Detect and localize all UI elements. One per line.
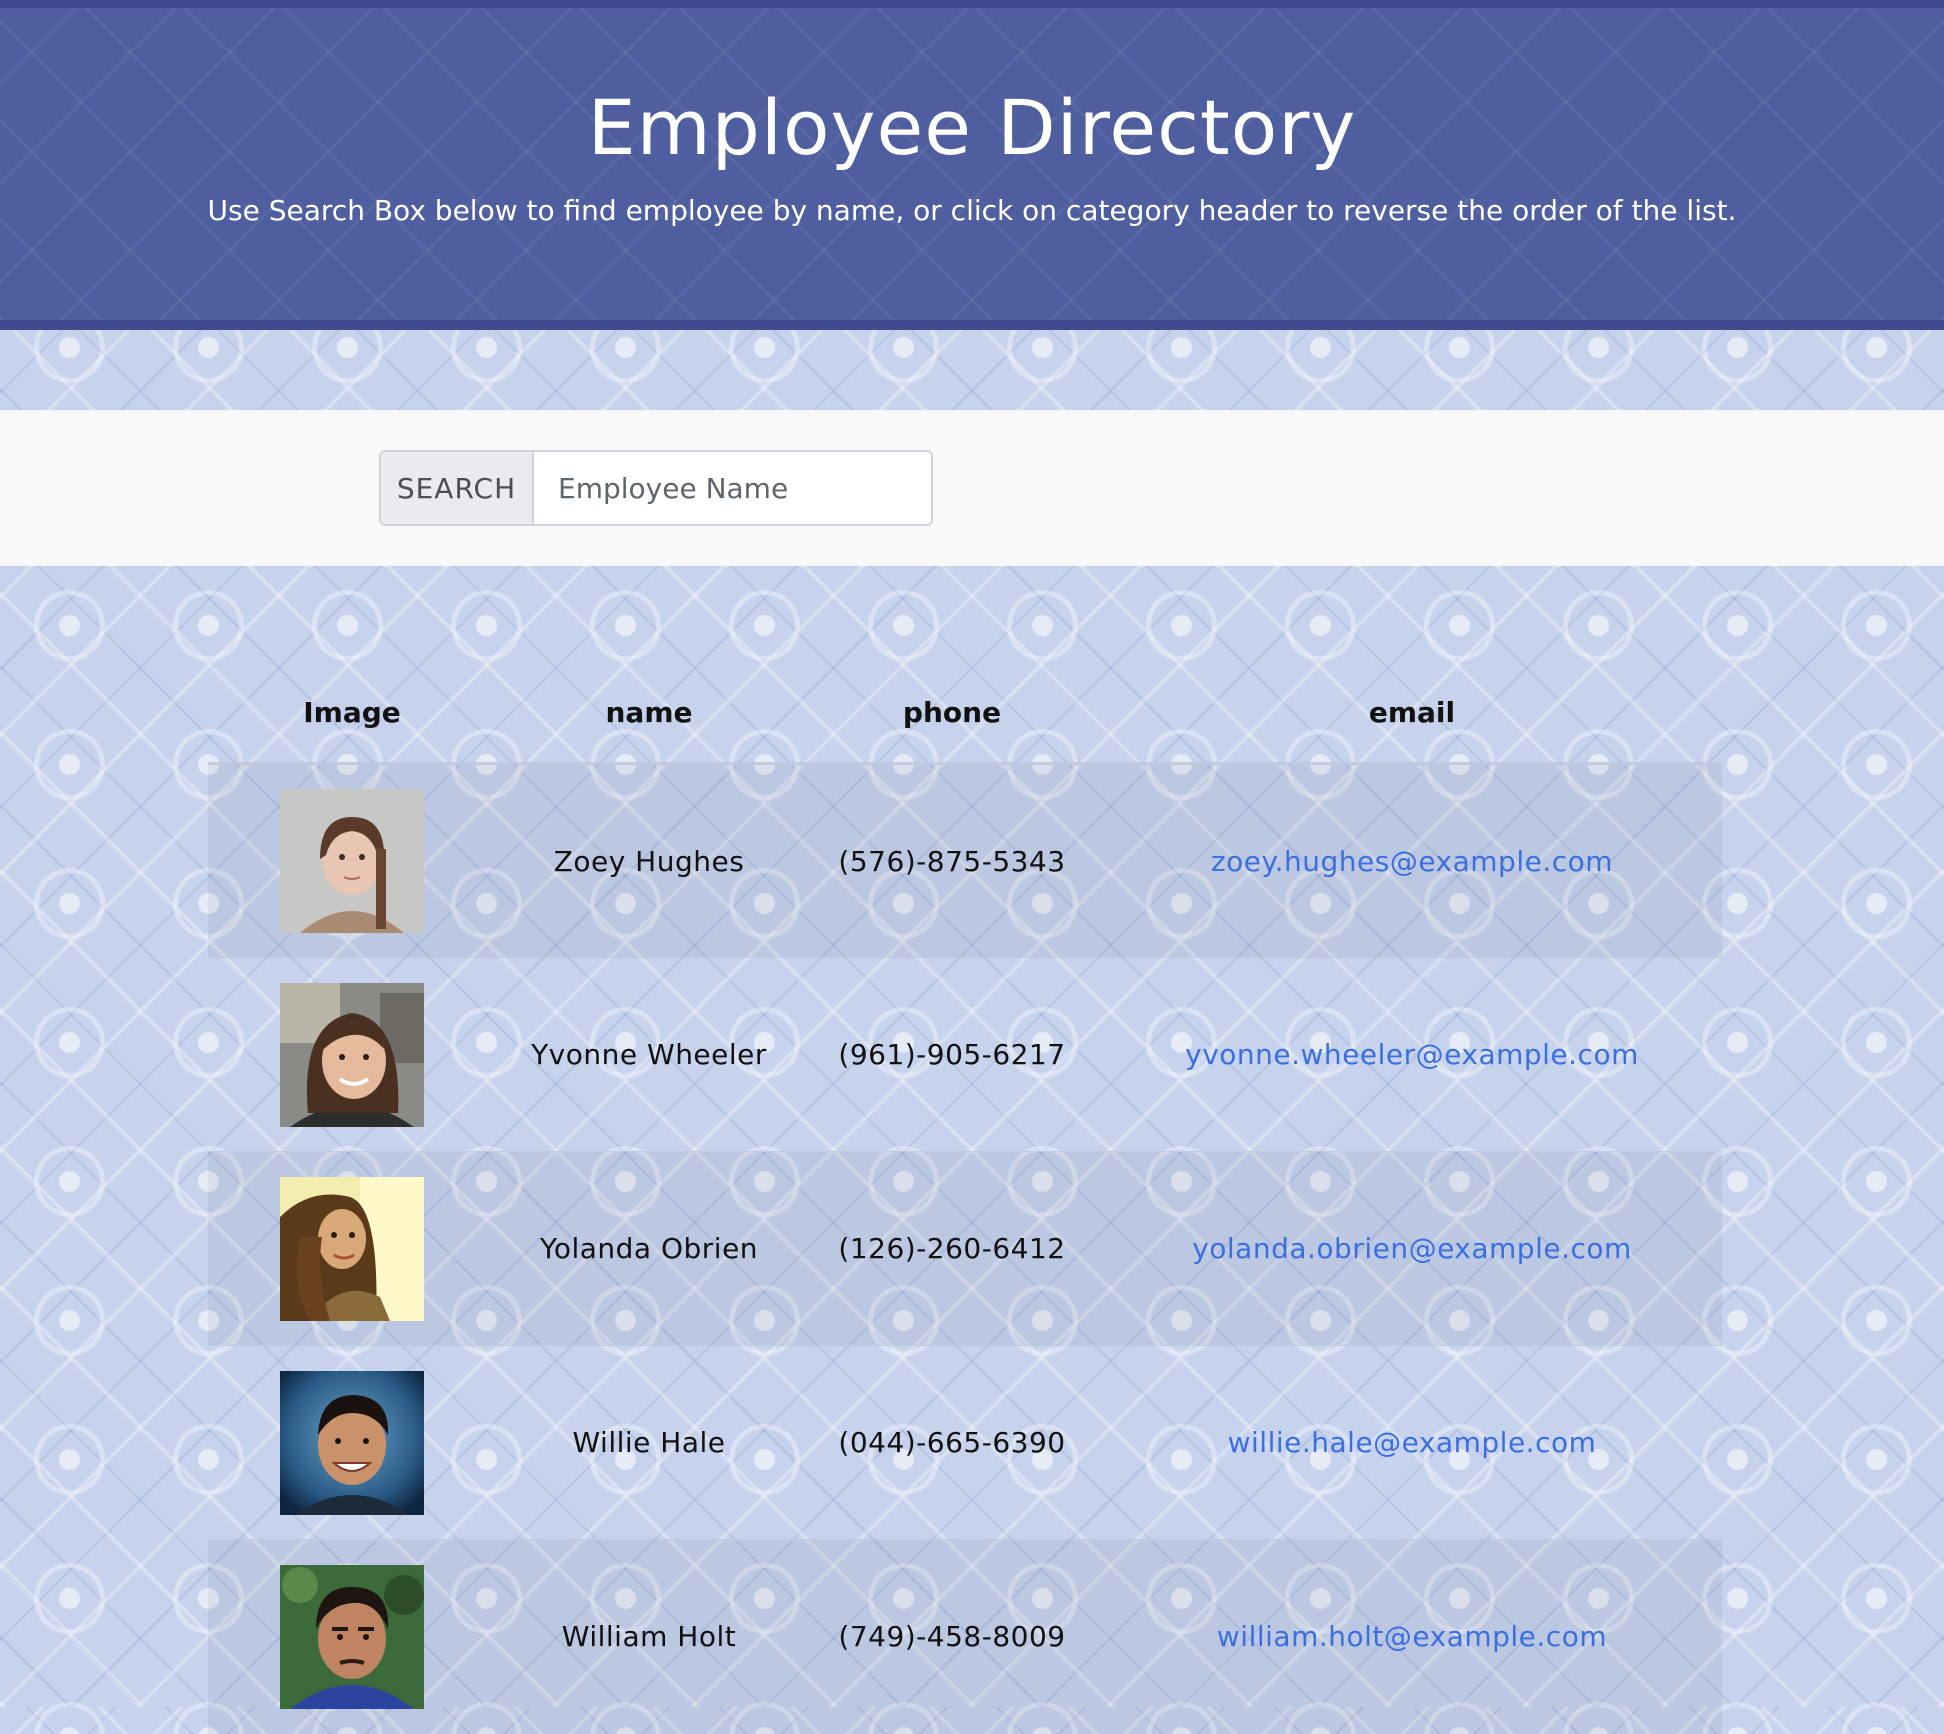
employee-photo xyxy=(280,789,424,933)
page-title: Employee Directory xyxy=(587,83,1357,172)
name-cell: Willie Hale xyxy=(572,1426,726,1459)
phone-cell: (576)-875-5343 xyxy=(838,844,1066,878)
employee-photo xyxy=(280,982,424,1127)
name-cell: Yvonne Wheeler xyxy=(531,1038,767,1071)
email-link[interactable]: yolanda.obrien@example.com xyxy=(1192,1232,1632,1265)
phone-cell: (126)-260-6412 xyxy=(838,1232,1066,1265)
phone-cell: (961)-905-6217 xyxy=(838,1038,1066,1071)
page-header: Employee Directory Use Search Box below … xyxy=(0,0,1944,330)
name-cell: Yolanda Obrien xyxy=(539,1232,759,1265)
table-row: Yolanda Obrien (126)-260-6412 yolanda.ob… xyxy=(208,1151,1722,1346)
table-row: Zoey Hughes (576)-875-5343 zoey.hughes@e… xyxy=(208,763,1722,958)
name-cell: William Holt xyxy=(561,1620,737,1654)
name-cell: Zoey Hughes xyxy=(553,844,745,878)
email-cell: zoey.hughes@example.com xyxy=(1102,764,1722,958)
phone-cell: (749)-458-8009 xyxy=(838,1620,1066,1654)
email-link[interactable]: yvonne.wheeler@example.com xyxy=(1185,1038,1639,1071)
email-cell: willie.hale@example.com xyxy=(1102,1346,1722,1540)
employee-photo xyxy=(280,1176,424,1321)
email-link[interactable]: willie.hale@example.com xyxy=(1228,1426,1597,1459)
email-link[interactable]: zoey.hughes@example.com xyxy=(1211,845,1613,878)
employee-table-container: Image name phone email Zoey Hughes (576)… xyxy=(208,662,1722,1734)
column-header-email[interactable]: email xyxy=(1102,662,1722,765)
image-cell xyxy=(208,958,496,1152)
page-subtitle: Use Search Box below to find employee by… xyxy=(207,194,1737,227)
image-cell xyxy=(208,1152,496,1346)
employee-table: Image name phone email Zoey Hughes (576)… xyxy=(208,662,1722,1734)
column-header-name[interactable]: name xyxy=(496,662,802,765)
email-cell: yvonne.wheeler@example.com xyxy=(1102,958,1722,1152)
email-cell: william.holt@example.com xyxy=(1102,1540,1722,1734)
search-input[interactable] xyxy=(534,452,931,524)
email-cell: yolanda.obrien@example.com xyxy=(1102,1152,1722,1346)
search-label: SEARCH xyxy=(381,452,534,524)
employee-photo xyxy=(280,1370,424,1515)
phone-cell: (044)-665-6390 xyxy=(838,1426,1066,1459)
email-link[interactable]: william.holt@example.com xyxy=(1217,1620,1607,1653)
table-row: Willie Hale (044)-665-6390 willie.hale@e… xyxy=(208,1345,1722,1540)
search-bar: SEARCH xyxy=(0,410,1944,566)
column-header-image[interactable]: Image xyxy=(208,662,496,765)
table-header-row: Image name phone email xyxy=(208,662,1722,765)
image-cell xyxy=(208,1540,496,1734)
employee-photo xyxy=(280,1564,424,1709)
image-cell xyxy=(208,764,496,958)
image-cell xyxy=(208,1346,496,1540)
table-row: Yvonne Wheeler (961)-905-6217 yvonne.whe… xyxy=(208,957,1722,1152)
table-row: William Holt (749)-458-8009 william.holt… xyxy=(208,1539,1722,1734)
search-group: SEARCH xyxy=(379,450,933,526)
column-header-phone[interactable]: phone xyxy=(802,662,1102,765)
